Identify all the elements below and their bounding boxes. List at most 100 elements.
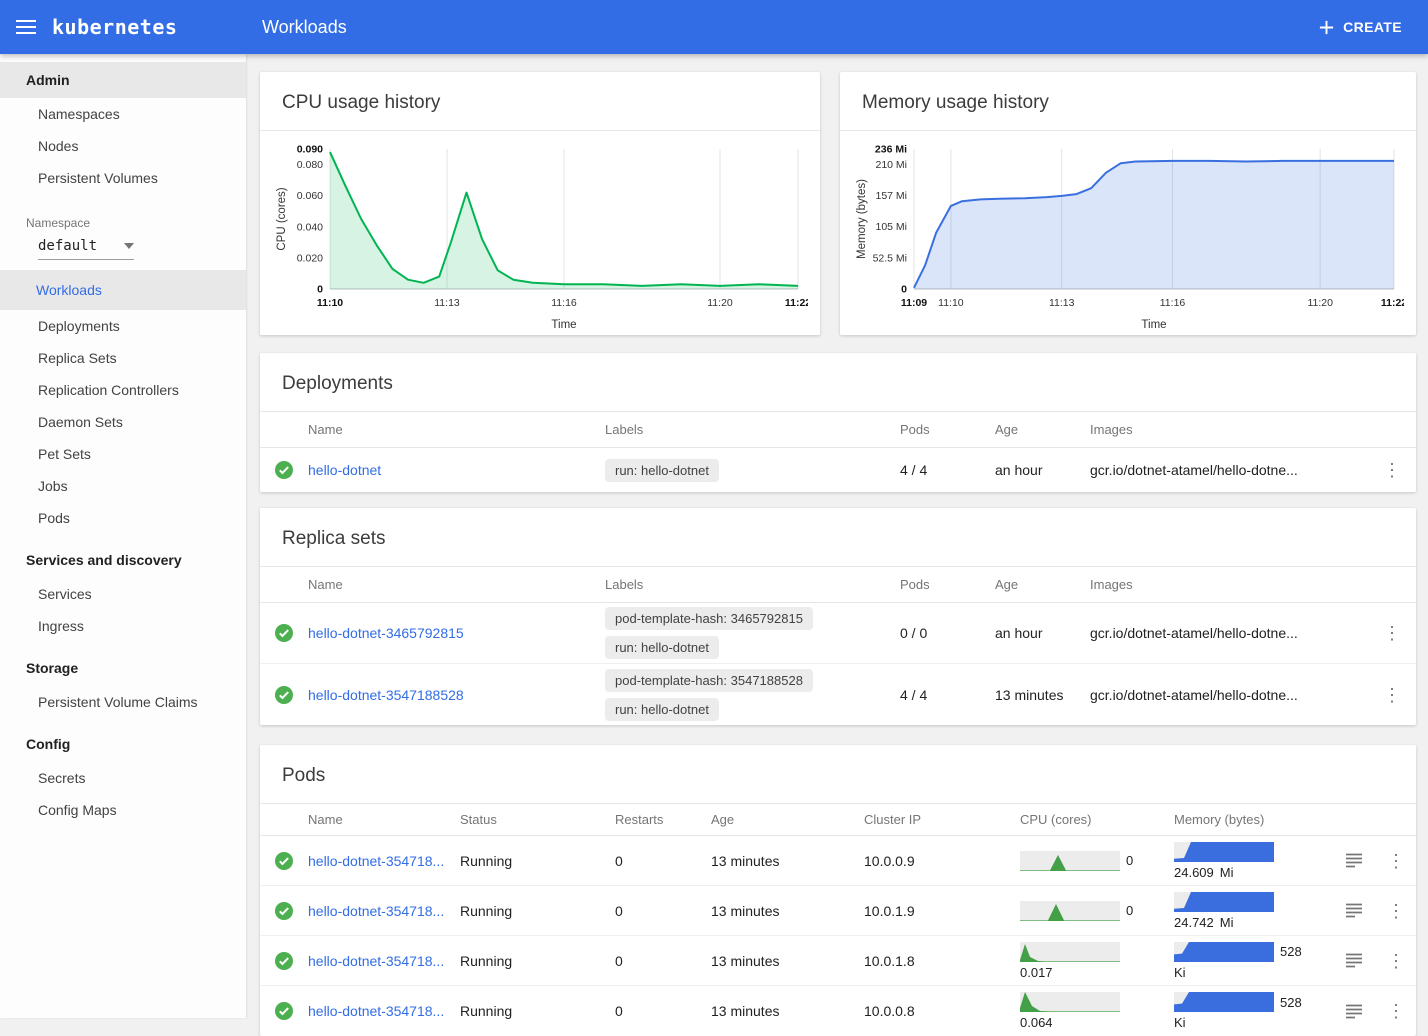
cpu-chart-title: CPU usage history <box>260 72 820 131</box>
table-row: hello-dotnet-3547188528 pod-template-has… <box>260 664 1416 725</box>
sidebar-item-persistent-volume-claims[interactable]: Persistent Volume Claims <box>0 686 246 718</box>
deployment-age: an hour <box>995 462 1090 478</box>
table-row: hello-dotnet-354718... Running 0 13 minu… <box>260 986 1416 1036</box>
svg-text:11:13: 11:13 <box>1049 297 1075 309</box>
menu-icon[interactable] <box>0 19 52 35</box>
svg-text:0: 0 <box>317 284 323 296</box>
svg-text:11:10: 11:10 <box>317 297 343 309</box>
sidebar-item-storage[interactable]: Storage <box>0 650 246 686</box>
memory-value: 528 <box>1280 944 1302 959</box>
svg-text:11:09: 11:09 <box>901 297 927 309</box>
pod-name-link[interactable]: hello-dotnet-354718... <box>308 953 460 969</box>
sidebar-item-daemon-sets[interactable]: Daemon Sets <box>0 406 246 438</box>
sidebar-item-secrets[interactable]: Secrets <box>0 762 246 794</box>
deployment-images: gcr.io/dotnet-atamel/hello-dotne... <box>1090 462 1368 478</box>
svg-text:0.080: 0.080 <box>297 159 323 171</box>
deployment-name-link[interactable]: hello-dotnet <box>308 462 605 478</box>
cpu-sparkline <box>1020 992 1120 1012</box>
sidebar-item-namespaces[interactable]: Namespaces <box>0 98 246 130</box>
svg-text:11:16: 11:16 <box>551 297 577 309</box>
replica-sets-title: Replica sets <box>260 508 1416 567</box>
status-ok-icon <box>274 901 294 921</box>
column-header-pods: Pods <box>900 422 995 437</box>
svg-text:157 Mi: 157 Mi <box>875 190 907 202</box>
menu-dots-icon[interactable]: ⋮ <box>1383 461 1401 479</box>
deployments-card: Deployments Name Labels Pods Age Images … <box>260 353 1416 492</box>
memory-sparkline <box>1174 942 1274 962</box>
logs-icon[interactable] <box>1345 953 1363 968</box>
create-button[interactable]: CREATE <box>1318 19 1402 36</box>
sidebar-item-config-maps[interactable]: Config Maps <box>0 794 246 826</box>
sidebar-item-pet-sets[interactable]: Pet Sets <box>0 438 246 470</box>
column-header-cpu: CPU (cores) <box>1020 812 1174 827</box>
table-row: hello-dotnet-354718... Running 0 13 minu… <box>260 836 1416 886</box>
sidebar-item-replica-sets[interactable]: Replica Sets <box>0 342 246 374</box>
svg-text:Time: Time <box>551 319 576 331</box>
replica-set-name-link[interactable]: hello-dotnet-3465792815 <box>308 625 605 641</box>
pod-status: Running <box>460 853 615 869</box>
sidebar-item-replication-controllers[interactable]: Replication Controllers <box>0 374 246 406</box>
cpu-sparkline <box>1020 851 1120 871</box>
replica-set-images: gcr.io/dotnet-atamel/hello-dotne... <box>1090 687 1368 703</box>
pod-age: 13 minutes <box>711 1003 864 1019</box>
column-header-name: Name <box>308 422 605 437</box>
namespace-label: Namespace <box>0 212 246 234</box>
pod-memory-cell: 24.609 Mi <box>1174 842 1316 880</box>
cpu-value: 0.064 <box>1020 1015 1053 1030</box>
replica-set-images: gcr.io/dotnet-atamel/hello-dotne... <box>1090 625 1368 641</box>
sidebar-item-services-and-discovery[interactable]: Services and discovery <box>0 542 246 578</box>
replica-set-name-link[interactable]: hello-dotnet-3547188528 <box>308 687 605 703</box>
pod-memory-cell: 528 Ki <box>1174 942 1316 980</box>
sidebar-item-persistent-volumes[interactable]: Persistent Volumes <box>0 162 246 194</box>
label-chip: pod-template-hash: 3465792815 <box>605 607 813 630</box>
pod-cluster-ip: 10.0.1.9 <box>864 903 1020 919</box>
logs-icon[interactable] <box>1345 903 1363 918</box>
svg-text:0: 0 <box>901 284 907 296</box>
sidebar-item-deployments[interactable]: Deployments <box>0 310 246 342</box>
pod-cluster-ip: 10.0.0.8 <box>864 1003 1020 1019</box>
label-chip: run: hello-dotnet <box>605 698 719 721</box>
pod-status: Running <box>460 1003 615 1019</box>
pod-name-link[interactable]: hello-dotnet-354718... <box>308 1003 460 1019</box>
svg-text:11:16: 11:16 <box>1160 297 1186 309</box>
menu-dots-icon[interactable]: ⋮ <box>1387 1002 1405 1020</box>
replica-set-age: an hour <box>995 625 1090 641</box>
pods-card: Pods Name Status Restarts Age Cluster IP… <box>260 745 1416 1036</box>
column-header-status: Status <box>460 812 615 827</box>
menu-dots-icon[interactable]: ⋮ <box>1387 852 1405 870</box>
memory-usage-chart: 236 Mi210 Mi157 Mi105 Mi52.5 Mi011:0911:… <box>840 131 1416 335</box>
deployments-header-row: Name Labels Pods Age Images <box>260 412 1416 448</box>
svg-text:0.060: 0.060 <box>297 190 323 202</box>
menu-dots-icon[interactable]: ⋮ <box>1387 952 1405 970</box>
kubernetes-logo[interactable]: kubernetes <box>52 15 177 39</box>
memory-unit: Ki <box>1174 965 1186 980</box>
replica-set-pods: 4 / 4 <box>900 687 995 703</box>
logs-icon[interactable] <box>1345 853 1363 868</box>
menu-dots-icon[interactable]: ⋮ <box>1383 624 1401 642</box>
namespace-selector[interactable]: default <box>38 238 134 260</box>
namespace-value: default <box>38 238 97 254</box>
pod-age: 13 minutes <box>711 853 864 869</box>
cpu-usage-chart: 0.0900.0800.0600.0400.020011:1011:1311:1… <box>260 131 820 335</box>
memory-sparkline <box>1174 842 1274 862</box>
pod-name-link[interactable]: hello-dotnet-354718... <box>308 853 460 869</box>
pod-name-link[interactable]: hello-dotnet-354718... <box>308 903 460 919</box>
main-content: CPU usage history 0.0900.0800.0600.0400.… <box>246 54 1428 1018</box>
sidebar-item-pods[interactable]: Pods <box>0 502 246 534</box>
menu-dots-icon[interactable]: ⋮ <box>1387 902 1405 920</box>
pod-age: 13 minutes <box>711 953 864 969</box>
sidebar-item-services[interactable]: Services <box>0 578 246 610</box>
sidebar-item-nodes[interactable]: Nodes <box>0 130 246 162</box>
table-row: hello-dotnet-354718... Running 0 13 minu… <box>260 886 1416 936</box>
sidebar-item-workloads[interactable]: Workloads <box>0 270 246 310</box>
sidebar-item-ingress[interactable]: Ingress <box>0 610 246 642</box>
pod-memory-cell: 24.742 Mi <box>1174 892 1316 930</box>
pod-status: Running <box>460 953 615 969</box>
logs-icon[interactable] <box>1345 1004 1363 1019</box>
svg-text:52.5 Mi: 52.5 Mi <box>873 252 907 264</box>
sidebar-item-jobs[interactable]: Jobs <box>0 470 246 502</box>
menu-dots-icon[interactable]: ⋮ <box>1383 686 1401 704</box>
sidebar-item-admin[interactable]: Admin <box>0 62 246 98</box>
sidebar-item-config[interactable]: Config <box>0 726 246 762</box>
pod-restarts: 0 <box>615 953 711 969</box>
